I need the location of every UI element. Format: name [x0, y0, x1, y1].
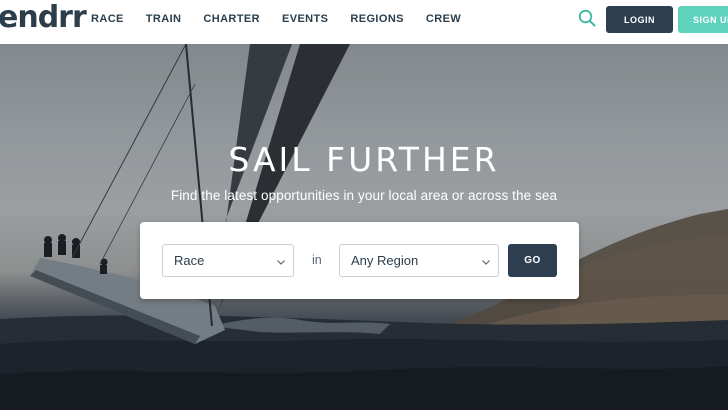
nav-item-crew[interactable]: CREW	[426, 13, 461, 25]
site-header: endrr RACE TRAIN CHARTER EVENTS REGIONS …	[0, 0, 728, 44]
login-button[interactable]: LOGIN	[606, 6, 673, 33]
chevron-down-icon	[481, 255, 491, 265]
nav-item-regions[interactable]: REGIONS	[350, 13, 404, 25]
go-button[interactable]: GO	[508, 244, 557, 277]
hero-banner: SAIL FURTHER Find the latest opportuniti…	[0, 44, 728, 410]
in-label: in	[312, 253, 322, 267]
nav-item-race[interactable]: RACE	[91, 13, 124, 25]
region-select-value: Any Region	[351, 253, 419, 268]
main-nav: RACE TRAIN CHARTER EVENTS REGIONS CREW	[91, 13, 461, 25]
hero-subtitle: Find the latest opportunities in your lo…	[170, 188, 558, 203]
site-logo[interactable]: endrr	[0, 2, 87, 34]
hero-title: SAIL FURTHER	[228, 140, 500, 179]
signup-button[interactable]: SIGN UP	[678, 6, 728, 33]
search-icon[interactable]	[578, 9, 596, 27]
type-select-value: Race	[174, 253, 205, 268]
nav-item-charter[interactable]: CHARTER	[203, 13, 260, 25]
search-panel: Race in Any Region GO	[140, 222, 579, 299]
region-select[interactable]: Any Region	[339, 244, 499, 277]
nav-item-train[interactable]: TRAIN	[146, 13, 182, 25]
nav-item-events[interactable]: EVENTS	[282, 13, 328, 25]
type-select[interactable]: Race	[162, 244, 294, 277]
chevron-down-icon	[276, 255, 286, 265]
